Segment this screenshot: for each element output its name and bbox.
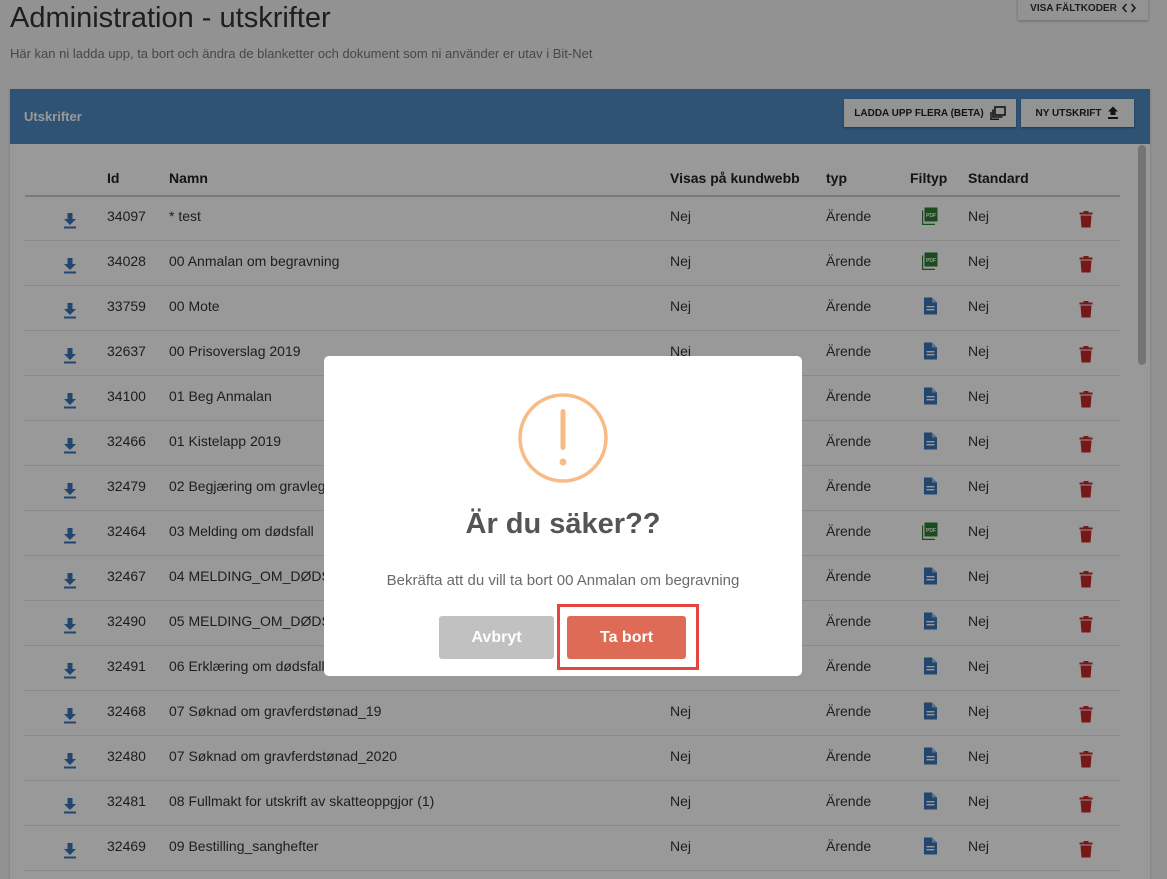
cancel-button[interactable]: Avbryt bbox=[439, 616, 554, 659]
confirm-delete-button[interactable]: Ta bort bbox=[567, 616, 686, 659]
dialog-message: Bekräfta att du vill ta bort 00 Anmalan … bbox=[386, 572, 740, 589]
warning-icon bbox=[518, 393, 608, 483]
dialog-title: Är du säker?? bbox=[465, 508, 661, 540]
confirm-delete-dialog: Är du säker?? Bekräfta att du vill ta bo… bbox=[324, 356, 802, 676]
